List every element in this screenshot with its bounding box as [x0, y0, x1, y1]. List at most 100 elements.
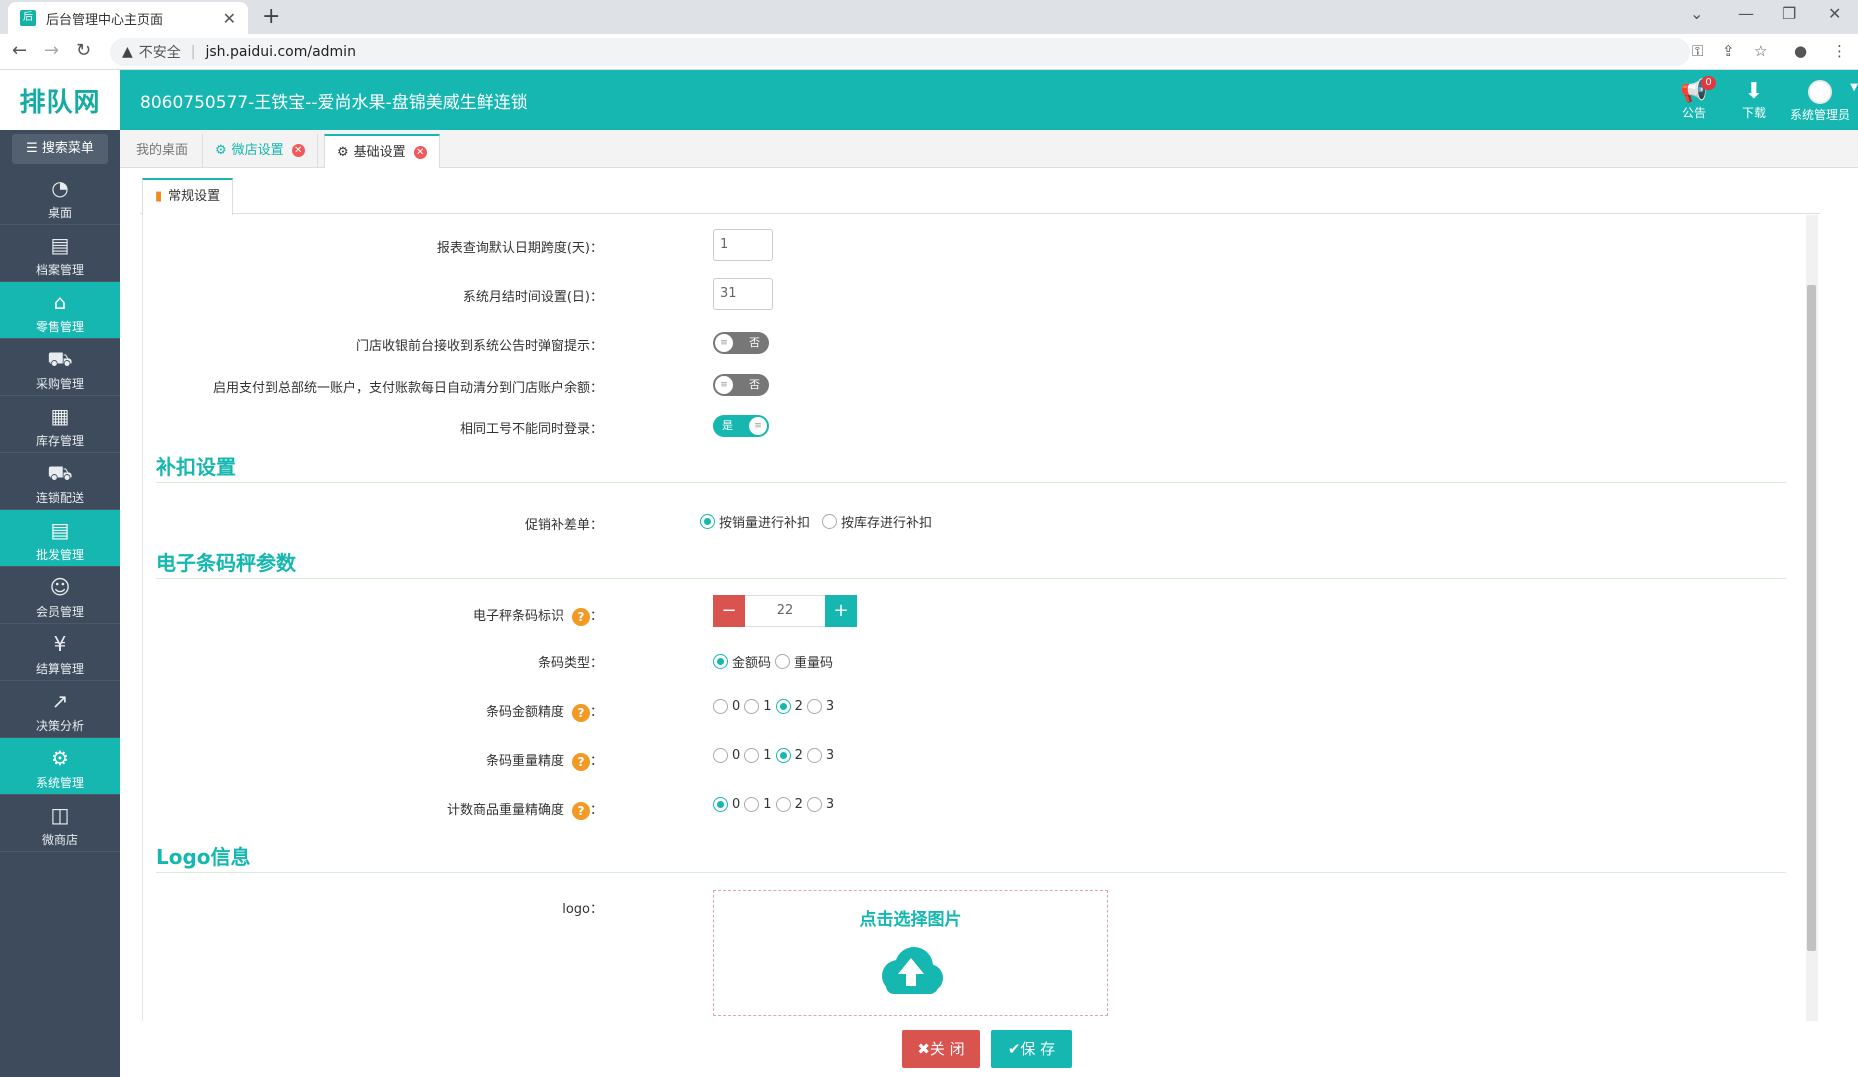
close-tab-icon[interactable]: ✕	[223, 9, 236, 28]
new-tab-icon[interactable]: +	[262, 4, 280, 29]
profile-icon[interactable]: ●	[1794, 42, 1807, 60]
amount-precision-label: 条码金额精度	[485, 705, 564, 720]
omnibox[interactable]: ▲ 不安全 | jsh.paidui.com/admin	[110, 38, 1690, 66]
popup-notice-toggle[interactable]: ≡ 否	[713, 332, 769, 354]
sidebar-item-analysis[interactable]: ↗ 决策分析	[0, 681, 120, 738]
scale-flag-label: 电子秤条码标识	[472, 609, 564, 624]
barcode-type-label: 条码类型：	[537, 656, 603, 671]
user-label: 系统管理员	[1789, 108, 1850, 122]
search-icon: ☰	[26, 141, 38, 156]
unified-pay-toggle[interactable]: ≡ 否	[713, 374, 769, 396]
weight-precision-row: 条码重量精度?： 0 1 2 3	[485, 748, 835, 771]
report-days-input[interactable]: 1	[713, 229, 773, 261]
menu-dots-icon[interactable]: ⋮	[1832, 42, 1847, 60]
sidebar-item-purchase[interactable]: ⛟ 采购管理	[0, 339, 120, 396]
sidebar-item-member[interactable]: ☺ 会员管理	[0, 567, 120, 624]
count-precision-2-radio[interactable]: 2	[775, 797, 803, 812]
archive-icon: ▤	[50, 233, 70, 257]
sidebar-item-wholesale[interactable]: ▤ 批发管理	[0, 510, 120, 567]
scrollbar[interactable]	[1806, 215, 1818, 1021]
restore-icon[interactable]: ❐	[1782, 4, 1796, 23]
app-header: 排队网 8060750577-王铁宝--爱尚水果-盘锦美威生鲜连锁 📢 0 公告…	[0, 70, 1858, 130]
sidebar-item-settlement[interactable]: ¥ 结算管理	[0, 624, 120, 681]
close-button[interactable]: ✖关 闭	[902, 1030, 980, 1068]
chart-icon: ↗	[51, 689, 69, 713]
close-tab-icon[interactable]: ✕	[291, 144, 305, 157]
user-menu[interactable]: 系统管理员 ▼	[1786, 80, 1858, 123]
search-menu-button[interactable]: ☰ 搜索菜单	[12, 134, 108, 164]
separator: |	[190, 44, 196, 60]
star-icon[interactable]: ☆	[1754, 42, 1767, 60]
wholesale-icon: ▤	[50, 518, 70, 542]
bag-icon: ◫	[50, 803, 70, 827]
close-icon: ✖	[917, 1040, 930, 1058]
help-icon[interactable]: ?	[571, 703, 590, 722]
increment-button[interactable]: +	[825, 595, 857, 627]
same-login-toggle[interactable]: 是 ≡	[713, 415, 769, 437]
weight-precision-2-radio[interactable]: 2	[775, 748, 803, 763]
report-days-label: 报表查询默认日期跨度(天)：	[436, 241, 603, 256]
tab-microstore-settings[interactable]: ⚙ 微店设置 ✕	[202, 134, 318, 168]
month-end-input[interactable]: 31	[713, 278, 773, 310]
logo-upload-area[interactable]: 点击选择图片	[713, 890, 1108, 1016]
cloud-upload-icon	[876, 946, 946, 996]
help-icon[interactable]: ?	[571, 752, 590, 771]
tab-general-settings[interactable]: ▮ 常规设置	[142, 178, 234, 215]
tab-search-icon[interactable]: ⌄	[1690, 4, 1703, 23]
sidebar-item-microstore[interactable]: ◫ 微商店	[0, 795, 120, 852]
sidebar-item-retail[interactable]: ⌂ 零售管理	[0, 282, 120, 339]
count-precision-3-radio[interactable]: 3	[806, 797, 834, 812]
count-precision-1-radio[interactable]: 1	[744, 797, 772, 812]
page-tabs: 我的桌面 ⚙ 微店设置 ✕ ⚙ 基础设置 ✕	[120, 130, 1858, 168]
avatar	[1808, 80, 1832, 104]
key-icon[interactable]: ⚿	[1692, 42, 1703, 60]
weight-precision-1-radio[interactable]: 1	[744, 748, 772, 763]
scale-flag-stepper: − 22 +	[713, 595, 857, 627]
sidebar-item-system[interactable]: ⚙ 系统管理	[0, 738, 120, 795]
scrollbar-thumb[interactable]	[1807, 285, 1816, 951]
promo-by-sales-radio[interactable]: 按销量进行补扣	[700, 512, 810, 531]
reload-icon[interactable]: ↻	[76, 40, 91, 61]
count-precision-0-radio[interactable]: 0	[713, 797, 740, 812]
count-precision-row: 计数商品重量精确度?： 0 1 2 3	[446, 797, 835, 820]
address-bar: ← → ↻ ▲ 不安全 | jsh.paidui.com/admin ⚿ ⇪ ☆…	[0, 34, 1858, 70]
gear-icon: ⚙	[337, 145, 349, 160]
weight-precision-0-radio[interactable]: 0	[713, 748, 740, 763]
back-icon[interactable]: ←	[12, 40, 27, 61]
weight-code-radio[interactable]: 重量码	[775, 652, 833, 671]
warning-icon: ▲	[122, 44, 133, 60]
amount-code-radio[interactable]: 金额码	[713, 652, 771, 671]
sidebar-item-distribution[interactable]: ⛟ 连锁配送	[0, 453, 120, 510]
section-supplement: 补扣设置	[156, 453, 1786, 483]
amount-precision-3-radio[interactable]: 3	[806, 699, 834, 714]
inventory-icon: ▦	[50, 404, 70, 428]
logo-row: logo： 点击选择图片	[143, 890, 1783, 1020]
decrement-button[interactable]: −	[713, 595, 745, 627]
download-button[interactable]: ⬇ 下载	[1732, 80, 1776, 121]
promo-row: 促销补差单： 按销量进行补扣 按库存进行补扣	[143, 506, 1783, 542]
sidebar-item-inventory[interactable]: ▦ 库存管理	[0, 396, 120, 453]
share-icon[interactable]: ⇪	[1722, 42, 1735, 60]
amount-precision-0-radio[interactable]: 0	[713, 699, 740, 714]
forward-icon[interactable]: →	[44, 40, 59, 61]
notice-button[interactable]: 📢 0 公告	[1672, 76, 1716, 121]
book-icon: ▮	[155, 189, 163, 204]
sidebar-item-archive[interactable]: ▤ 档案管理	[0, 225, 120, 282]
amount-precision-2-radio[interactable]: 2	[775, 699, 803, 714]
promo-by-stock-radio[interactable]: 按库存进行补扣	[822, 512, 932, 531]
amount-precision-1-radio[interactable]: 1	[744, 699, 772, 714]
scale-flag-input[interactable]: 22	[745, 595, 825, 627]
tab-basic-settings[interactable]: ⚙ 基础设置 ✕	[324, 134, 440, 168]
close-tab-icon[interactable]: ✕	[413, 146, 427, 159]
window-close-icon[interactable]: ✕	[1828, 4, 1841, 23]
save-button[interactable]: ✔保 存	[991, 1030, 1072, 1068]
member-icon: ☺	[49, 575, 71, 599]
minimize-icon[interactable]: —	[1738, 4, 1754, 23]
weight-precision-3-radio[interactable]: 3	[806, 748, 834, 763]
tab-my-desktop[interactable]: 我的桌面	[124, 134, 200, 168]
popup-notice-label: 门店收银前台接收到系统公告时弹窗提示：	[355, 339, 603, 354]
help-icon[interactable]: ?	[571, 607, 590, 626]
sidebar-item-desktop[interactable]: ◔ 桌面	[0, 168, 120, 225]
help-icon[interactable]: ?	[571, 801, 590, 820]
browser-tab[interactable]: 后 后台管理中心主页面 ✕	[8, 2, 248, 34]
